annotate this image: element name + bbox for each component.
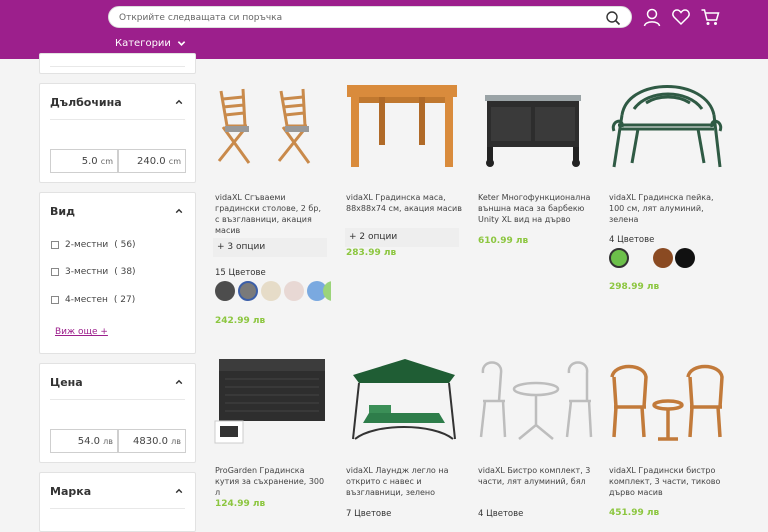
filter-brand: Марка (39, 472, 196, 532)
product-options[interactable]: + 3 опции (213, 238, 327, 257)
product-title[interactable]: vidaXL Бистро комплект, 3 части, лят алу… (478, 465, 594, 487)
product-title[interactable]: vidaXL Лаундж легло на открито с навес и… (346, 465, 462, 498)
product-image[interactable] (477, 355, 595, 455)
color-swatch[interactable] (631, 248, 651, 268)
divider (50, 399, 185, 400)
product-title[interactable]: vidaXL Градинска маса, 88x88x74 см, акац… (346, 192, 462, 214)
product-title[interactable]: vidaXL Градински бистро комплект, 3 част… (609, 465, 725, 498)
categories-label: Категории (115, 38, 171, 49)
color-swatch[interactable] (261, 281, 281, 301)
filter-price: Цена 54.0 лв 4830.0 лв (39, 363, 196, 463)
colors-label: 7 Цветове (346, 509, 392, 519)
chevron-up-icon[interactable] (175, 487, 183, 495)
filter-depth: Дълбочина 5.0 cm 240.0 cm (39, 83, 196, 183)
filters-sidebar: Дълбочина 5.0 cm 240.0 cm Вид 2-местни( … (0, 53, 210, 532)
product-image[interactable] (345, 353, 463, 453)
product-price: 242.99 лв (215, 316, 266, 326)
filter-title: Цена (50, 376, 83, 389)
product-price: 451.99 лв (609, 508, 660, 518)
colors-label: 4 Цветове (609, 235, 655, 245)
product-card[interactable]: vidaXL Бистро комплект, 3 части, лят алу… (477, 345, 595, 521)
depth-min-input[interactable]: 5.0 cm (50, 149, 118, 173)
color-swatch[interactable] (323, 281, 331, 301)
chevron-up-icon[interactable] (175, 207, 183, 215)
top-header: Категории (0, 0, 768, 59)
kind-option-3-seats[interactable]: 3-местни( 38) (51, 267, 136, 277)
search-icon[interactable] (605, 10, 621, 26)
product-title[interactable]: vidaXL Градинска пейка, 100 см, лят алум… (609, 192, 725, 225)
divider (50, 66, 185, 67)
product-image[interactable] (477, 81, 595, 185)
filter-title: Вид (50, 205, 75, 218)
color-swatch[interactable] (238, 281, 258, 301)
product-price: 610.99 лв (478, 236, 529, 246)
color-swatch[interactable] (284, 281, 304, 301)
filter-title: Марка (50, 485, 92, 498)
product-price: 124.99 лв (215, 499, 266, 509)
search-input[interactable] (119, 10, 589, 25)
price-max-input[interactable]: 4830.0 лв (118, 429, 186, 453)
checkbox[interactable] (51, 296, 59, 304)
chevron-up-icon[interactable] (175, 98, 183, 106)
product-card[interactable]: vidaXL Градинска маса, 88x88x74 см, акац… (345, 59, 463, 299)
chevron-down-icon (177, 41, 186, 46)
divider (50, 508, 185, 509)
kind-option-2-seats[interactable]: 2-местни( 56) (51, 240, 136, 250)
search-bar[interactable] (108, 6, 632, 28)
product-options[interactable]: + 2 опции (345, 228, 459, 247)
product-image[interactable] (608, 69, 726, 173)
cart-icon[interactable] (700, 7, 720, 27)
product-price: 298.99 лв (609, 282, 660, 292)
color-swatch[interactable] (215, 281, 235, 301)
filter-kind: Вид 2-местни( 56) 3-местни( 38) 4-местен… (39, 192, 196, 354)
product-image[interactable] (213, 81, 331, 185)
product-card[interactable]: vidaXL Лаундж легло на открито с навес и… (345, 345, 463, 521)
heart-icon[interactable] (671, 7, 691, 27)
user-icon[interactable] (642, 7, 662, 27)
checkbox[interactable] (51, 268, 59, 276)
categories-menu[interactable]: Категории (115, 38, 186, 49)
filter-panel-top (39, 53, 196, 74)
product-image[interactable] (608, 359, 726, 455)
product-card[interactable]: vidaXL Сгъваеми градински столове, 2 бр,… (213, 59, 331, 329)
kind-option-4-seats[interactable]: 4-местен( 27) (51, 295, 135, 305)
product-price: 283.99 лв (346, 248, 397, 258)
see-more-link[interactable]: Виж още + (55, 327, 108, 337)
product-card[interactable]: vidaXL Градински бистро комплект, 3 част… (608, 345, 726, 521)
color-swatch[interactable] (675, 248, 695, 268)
product-image[interactable] (213, 353, 331, 453)
color-swatch[interactable] (653, 248, 673, 268)
product-card[interactable]: vidaXL Градинска пейка, 100 см, лят алум… (608, 59, 726, 299)
swatch-overflow (323, 281, 331, 301)
filter-title: Дълбочина (50, 96, 122, 109)
colors-label: 4 Цветове (478, 509, 524, 519)
depth-max-input[interactable]: 240.0 cm (118, 149, 186, 173)
chevron-up-icon[interactable] (175, 378, 183, 386)
colors-label: 15 Цветове (215, 268, 266, 278)
product-title[interactable]: vidaXL Сгъваеми градински столове, 2 бр,… (215, 192, 325, 236)
product-card[interactable]: Keter Многофункционална външна маса за б… (477, 59, 595, 259)
product-card[interactable]: ProGarden Градинска кутия за съхранение,… (213, 345, 331, 521)
product-image[interactable] (345, 81, 463, 185)
product-title[interactable]: ProGarden Градинска кутия за съхранение,… (215, 465, 325, 498)
product-title[interactable]: Keter Многофункционална външна маса за б… (478, 192, 594, 225)
price-min-input[interactable]: 54.0 лв (50, 429, 118, 453)
checkbox[interactable] (51, 241, 59, 249)
divider (50, 119, 185, 120)
color-swatch[interactable] (609, 248, 629, 268)
